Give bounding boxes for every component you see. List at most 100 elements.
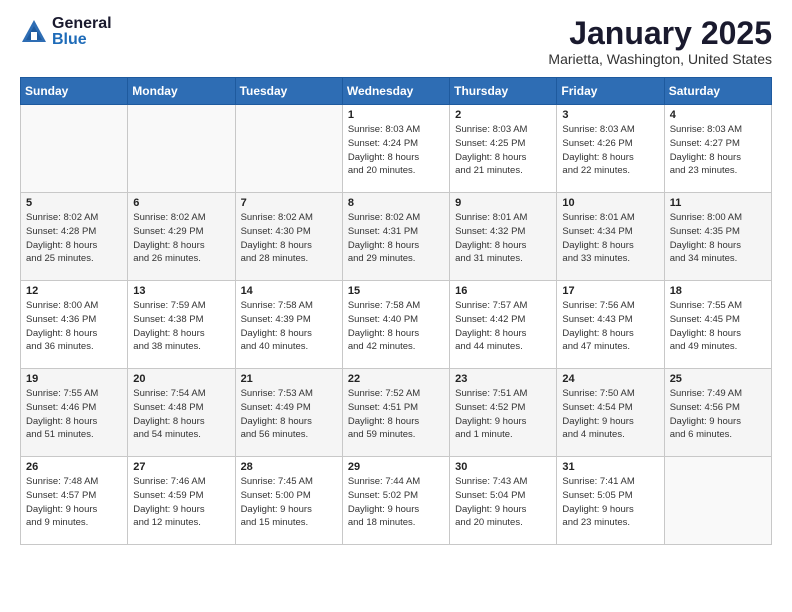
week-row-2: 5 Sunrise: 8:02 AM Sunset: 4:28 PM Daylig…: [21, 193, 772, 281]
day-info: Sunrise: 8:00 AM Sunset: 4:35 PM Dayligh…: [670, 211, 766, 266]
weekday-header-row: SundayMondayTuesdayWednesdayThursdayFrid…: [21, 78, 772, 105]
calendar-cell: 2 Sunrise: 8:03 AM Sunset: 4:25 PM Daylig…: [450, 105, 557, 193]
calendar-cell: 31 Sunrise: 7:41 AM Sunset: 5:05 PM Dayli…: [557, 457, 664, 545]
calendar-cell: 23 Sunrise: 7:51 AM Sunset: 4:52 PM Dayli…: [450, 369, 557, 457]
day-number: 9: [455, 197, 551, 209]
day-number: 19: [26, 373, 122, 385]
day-number: 16: [455, 285, 551, 297]
logo: General Blue: [20, 16, 112, 48]
week-row-3: 12Sunrise: 8:00 AM Sunset: 4:36 PM Dayli…: [21, 281, 772, 369]
day-number: 14: [241, 285, 337, 297]
day-info: Sunrise: 7:50 AM Sunset: 4:54 PM Dayligh…: [562, 387, 658, 442]
weekday-header-saturday: Saturday: [664, 78, 771, 105]
day-number: 7: [241, 197, 337, 209]
logo-icon: [20, 18, 48, 46]
day-number: 1: [348, 109, 444, 121]
logo-blue-text: Blue: [52, 32, 112, 48]
day-number: 11: [670, 197, 766, 209]
day-info: Sunrise: 7:53 AM Sunset: 4:49 PM Dayligh…: [241, 387, 337, 442]
calendar-cell: 25Sunrise: 7:49 AM Sunset: 4:56 PM Dayli…: [664, 369, 771, 457]
day-number: 28: [241, 461, 337, 473]
day-number: 13: [133, 285, 229, 297]
month-title: January 2025: [548, 16, 772, 51]
day-number: 23: [455, 373, 551, 385]
calendar-cell: 19Sunrise: 7:55 AM Sunset: 4:46 PM Dayli…: [21, 369, 128, 457]
day-number: 3: [562, 109, 658, 121]
day-info: Sunrise: 7:58 AM Sunset: 4:39 PM Dayligh…: [241, 299, 337, 354]
day-number: 2: [455, 109, 551, 121]
day-info: Sunrise: 8:03 AM Sunset: 4:25 PM Dayligh…: [455, 123, 551, 178]
weekday-header-tuesday: Tuesday: [235, 78, 342, 105]
week-row-5: 26 Sunrise: 7:48 AM Sunset: 4:57 PM Dayli…: [21, 457, 772, 545]
day-info: Sunrise: 8:02 AM Sunset: 4:28 PM Dayligh…: [26, 211, 122, 266]
location: Marietta, Washington, United States: [548, 51, 772, 67]
day-info: Sunrise: 8:02 AM Sunset: 4:30 PM Dayligh…: [241, 211, 337, 266]
calendar-cell: 15Sunrise: 7:58 AM Sunset: 4:40 PM Dayli…: [342, 281, 449, 369]
day-number: 5: [26, 197, 122, 209]
header: General Blue January 2025 Marietta, Wash…: [20, 16, 772, 67]
calendar-cell: 24 Sunrise: 7:50 AM Sunset: 4:54 PM Dayli…: [557, 369, 664, 457]
day-number: 10: [562, 197, 658, 209]
day-info: Sunrise: 7:57 AM Sunset: 4:42 PM Dayligh…: [455, 299, 551, 354]
calendar-cell: 17 Sunrise: 7:56 AM Sunset: 4:43 PM Dayli…: [557, 281, 664, 369]
day-info: Sunrise: 7:52 AM Sunset: 4:51 PM Dayligh…: [348, 387, 444, 442]
day-info: Sunrise: 7:46 AM Sunset: 4:59 PM Dayligh…: [133, 475, 229, 530]
calendar-table: SundayMondayTuesdayWednesdayThursdayFrid…: [20, 77, 772, 545]
day-info: Sunrise: 8:01 AM Sunset: 4:32 PM Dayligh…: [455, 211, 551, 266]
day-info: Sunrise: 7:58 AM Sunset: 4:40 PM Dayligh…: [348, 299, 444, 354]
day-info: Sunrise: 8:00 AM Sunset: 4:36 PM Dayligh…: [26, 299, 122, 354]
day-number: 20: [133, 373, 229, 385]
calendar-cell: 18Sunrise: 7:55 AM Sunset: 4:45 PM Dayli…: [664, 281, 771, 369]
day-number: 4: [670, 109, 766, 121]
calendar-cell: 1Sunrise: 8:03 AM Sunset: 4:24 PM Daylig…: [342, 105, 449, 193]
day-number: 21: [241, 373, 337, 385]
day-number: 18: [670, 285, 766, 297]
day-info: Sunrise: 7:41 AM Sunset: 5:05 PM Dayligh…: [562, 475, 658, 530]
day-number: 24: [562, 373, 658, 385]
day-info: Sunrise: 8:03 AM Sunset: 4:26 PM Dayligh…: [562, 123, 658, 178]
day-info: Sunrise: 7:49 AM Sunset: 4:56 PM Dayligh…: [670, 387, 766, 442]
calendar-cell: 28 Sunrise: 7:45 AM Sunset: 5:00 PM Dayli…: [235, 457, 342, 545]
calendar-cell: 14 Sunrise: 7:58 AM Sunset: 4:39 PM Dayli…: [235, 281, 342, 369]
calendar-cell: 16 Sunrise: 7:57 AM Sunset: 4:42 PM Dayli…: [450, 281, 557, 369]
calendar-cell: 4 Sunrise: 8:03 AM Sunset: 4:27 PM Daylig…: [664, 105, 771, 193]
calendar-cell: 5 Sunrise: 8:02 AM Sunset: 4:28 PM Daylig…: [21, 193, 128, 281]
day-number: 17: [562, 285, 658, 297]
calendar-cell: 10Sunrise: 8:01 AM Sunset: 4:34 PM Dayli…: [557, 193, 664, 281]
weekday-header-wednesday: Wednesday: [342, 78, 449, 105]
calendar-cell: 6 Sunrise: 8:02 AM Sunset: 4:29 PM Daylig…: [128, 193, 235, 281]
calendar-cell: 3 Sunrise: 8:03 AM Sunset: 4:26 PM Daylig…: [557, 105, 664, 193]
day-info: Sunrise: 8:03 AM Sunset: 4:27 PM Dayligh…: [670, 123, 766, 178]
calendar-cell: [235, 105, 342, 193]
day-number: 31: [562, 461, 658, 473]
day-info: Sunrise: 8:02 AM Sunset: 4:29 PM Dayligh…: [133, 211, 229, 266]
calendar-cell: 8Sunrise: 8:02 AM Sunset: 4:31 PM Daylig…: [342, 193, 449, 281]
logo-general-text: General: [52, 16, 112, 32]
day-info: Sunrise: 7:45 AM Sunset: 5:00 PM Dayligh…: [241, 475, 337, 530]
day-number: 6: [133, 197, 229, 209]
day-number: 26: [26, 461, 122, 473]
calendar-cell: 9 Sunrise: 8:01 AM Sunset: 4:32 PM Daylig…: [450, 193, 557, 281]
logo-text: General Blue: [52, 16, 112, 48]
calendar-cell: 21 Sunrise: 7:53 AM Sunset: 4:49 PM Dayli…: [235, 369, 342, 457]
day-info: Sunrise: 7:48 AM Sunset: 4:57 PM Dayligh…: [26, 475, 122, 530]
weekday-header-monday: Monday: [128, 78, 235, 105]
calendar-cell: 26 Sunrise: 7:48 AM Sunset: 4:57 PM Dayli…: [21, 457, 128, 545]
calendar-cell: 11 Sunrise: 8:00 AM Sunset: 4:35 PM Dayli…: [664, 193, 771, 281]
day-info: Sunrise: 7:56 AM Sunset: 4:43 PM Dayligh…: [562, 299, 658, 354]
header-right: January 2025 Marietta, Washington, Unite…: [548, 16, 772, 67]
weekday-header-thursday: Thursday: [450, 78, 557, 105]
calendar-cell: 20Sunrise: 7:54 AM Sunset: 4:48 PM Dayli…: [128, 369, 235, 457]
weekday-header-friday: Friday: [557, 78, 664, 105]
day-number: 29: [348, 461, 444, 473]
day-info: Sunrise: 7:51 AM Sunset: 4:52 PM Dayligh…: [455, 387, 551, 442]
calendar-cell: 29Sunrise: 7:44 AM Sunset: 5:02 PM Dayli…: [342, 457, 449, 545]
day-number: 30: [455, 461, 551, 473]
week-row-1: 1Sunrise: 8:03 AM Sunset: 4:24 PM Daylig…: [21, 105, 772, 193]
calendar-cell: [21, 105, 128, 193]
weekday-header-sunday: Sunday: [21, 78, 128, 105]
calendar-cell: 27 Sunrise: 7:46 AM Sunset: 4:59 PM Dayli…: [128, 457, 235, 545]
page: General Blue January 2025 Marietta, Wash…: [0, 0, 792, 612]
day-number: 27: [133, 461, 229, 473]
calendar-cell: 7 Sunrise: 8:02 AM Sunset: 4:30 PM Daylig…: [235, 193, 342, 281]
